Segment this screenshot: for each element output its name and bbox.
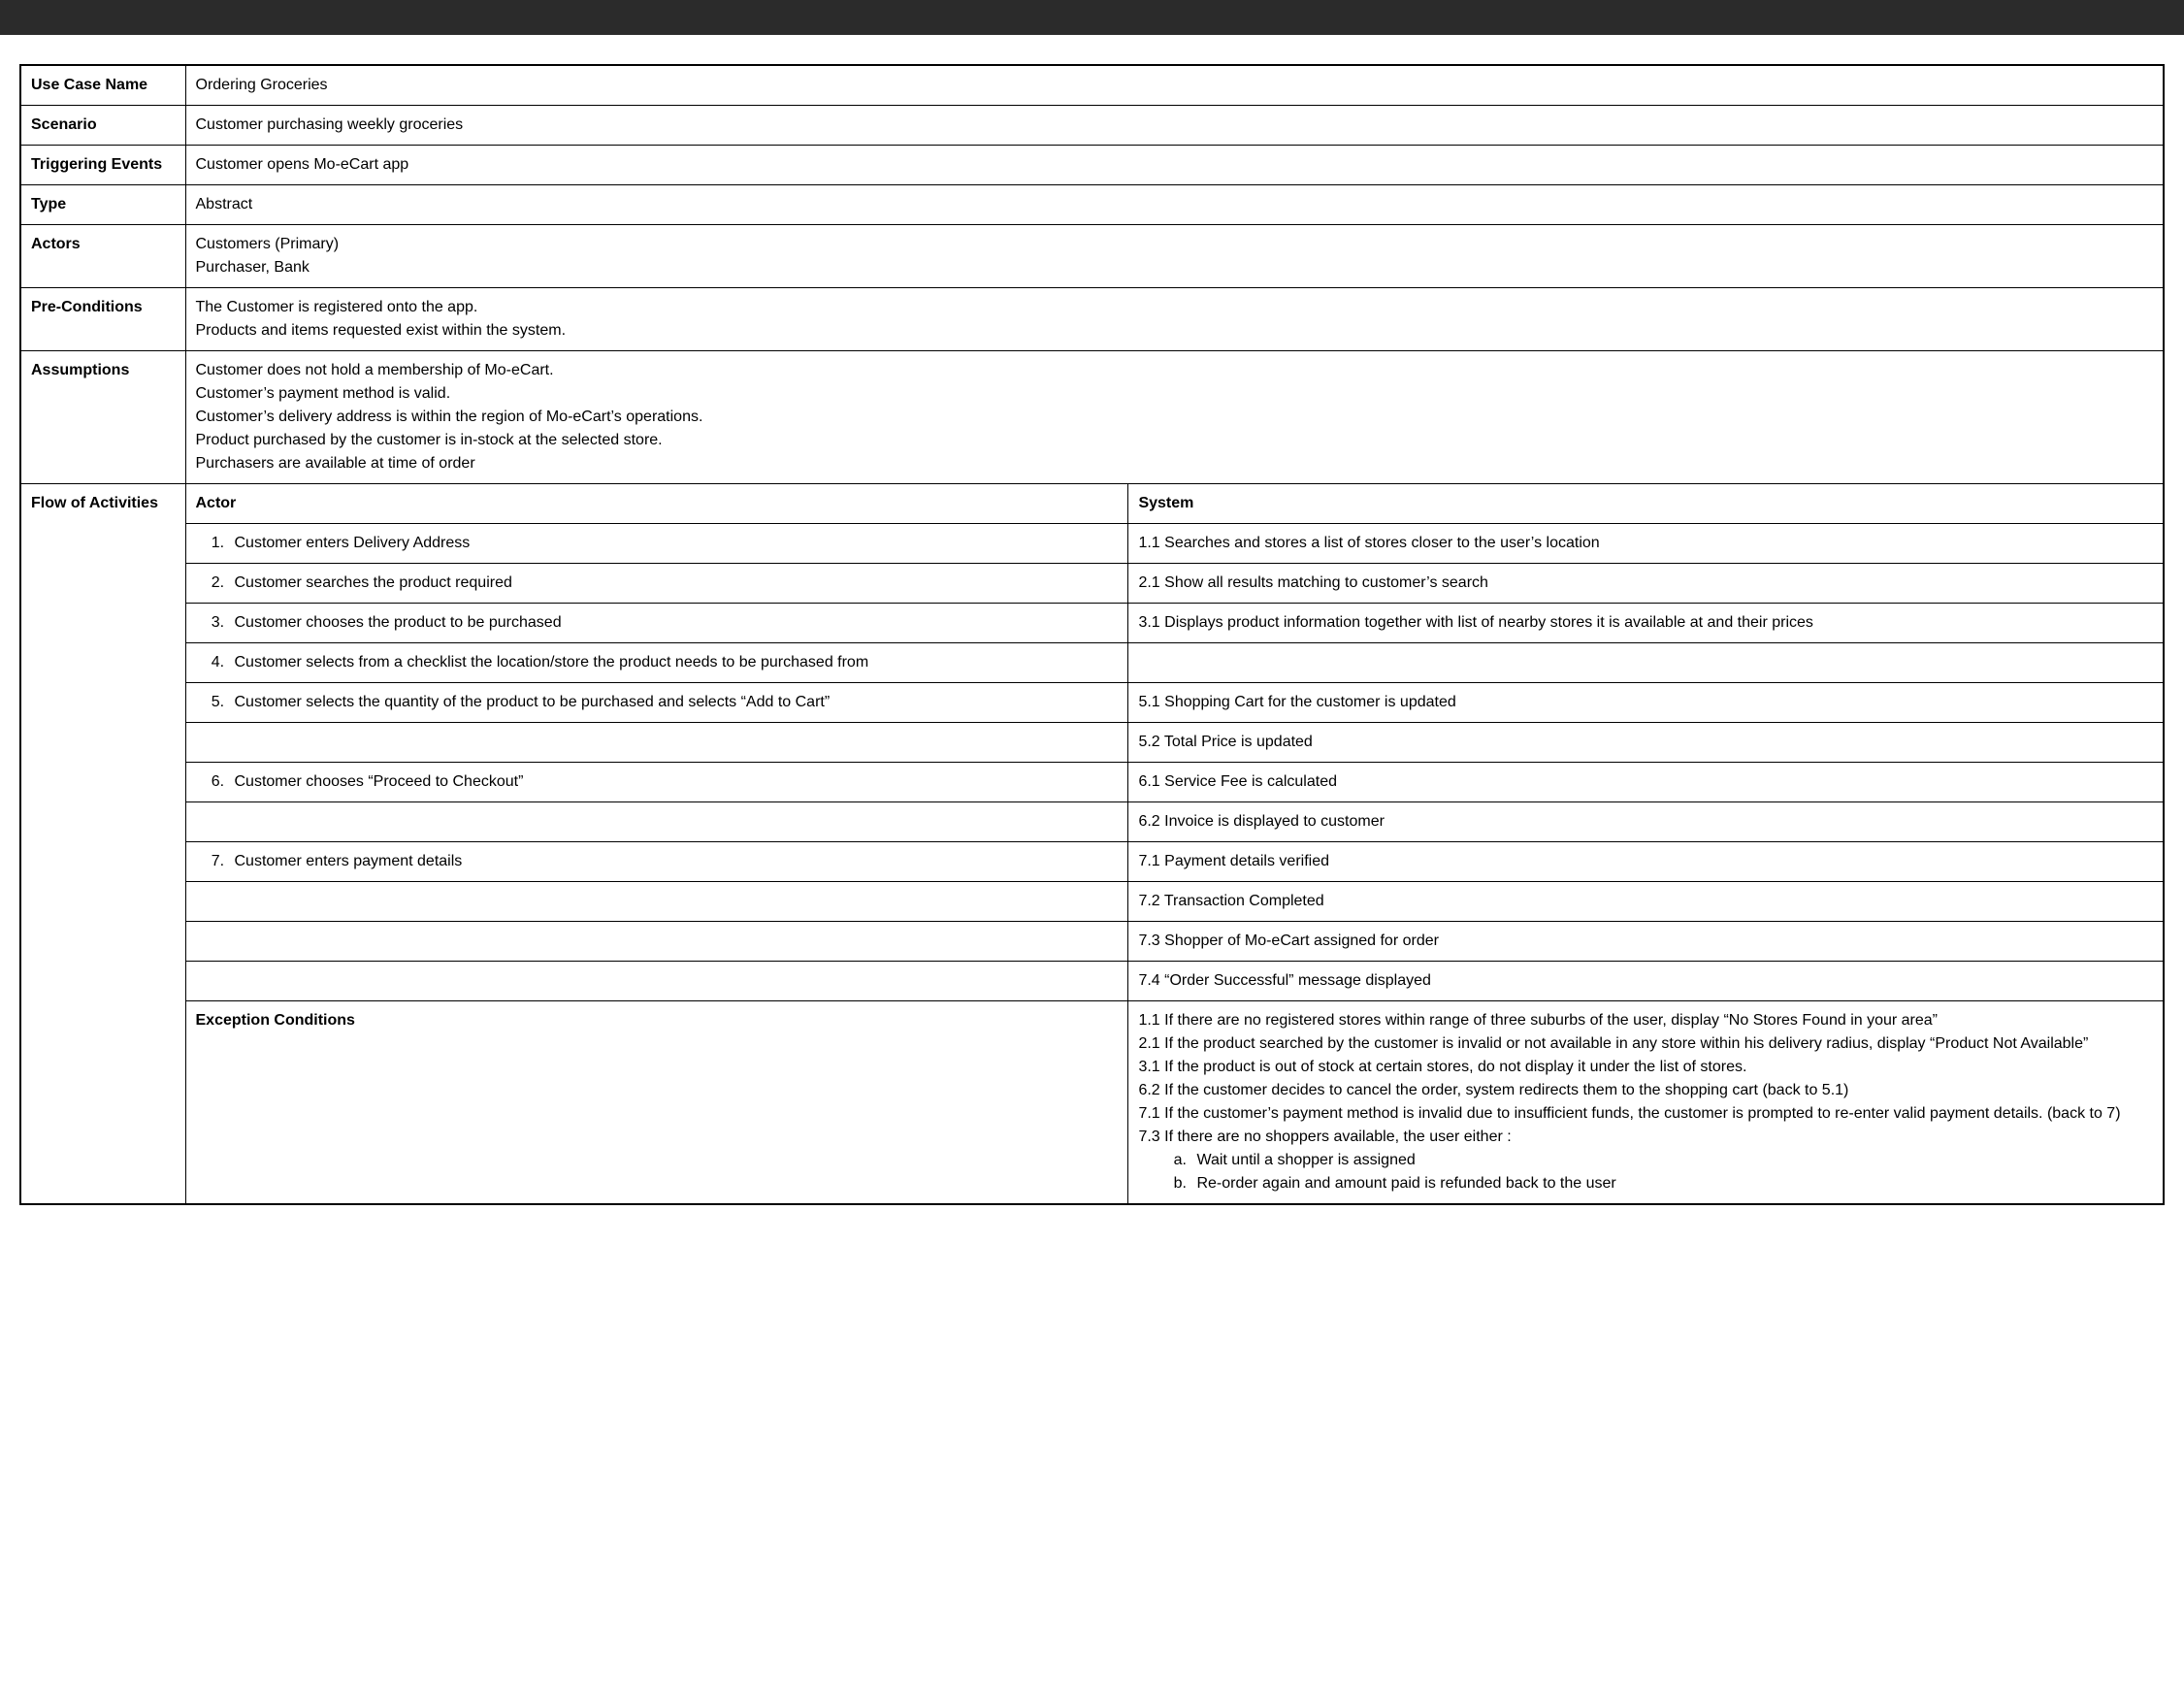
flow-actor-7d: [185, 962, 1128, 1001]
actors-line-2: Purchaser, Bank: [196, 256, 2154, 279]
flow-row-5: Customer selects the quantity of the pro…: [20, 683, 2164, 723]
value-actors: Customers (Primary) Purchaser, Bank: [185, 225, 2164, 288]
row-scenario: Scenario Customer purchasing weekly groc…: [20, 106, 2164, 146]
flow-system-3: 3.1 Displays product information togethe…: [1128, 604, 2164, 643]
exceptions-sub-b: Re-order again and amount paid is refund…: [1190, 1172, 2153, 1195]
flow-row-1: Customer enters Delivery Address 1.1 Sea…: [20, 524, 2164, 564]
label-actors: Actors: [20, 225, 185, 288]
assumptions-line-2: Customer’s payment method is valid.: [196, 382, 2154, 406]
label-flow: Flow of Activities: [20, 484, 185, 1205]
preconditions-line-1: The Customer is registered onto the app.: [196, 296, 2154, 319]
flow-system-6b: 6.2 Invoice is displayed to customer: [1128, 802, 2164, 842]
flow-row-5b: 5.2 Total Price is updated: [20, 723, 2164, 763]
flow-system-5a: 5.1 Shopping Cart for the customer is up…: [1128, 683, 2164, 723]
flow-actor-7-text: Customer enters payment details: [229, 850, 1119, 873]
row-actors: Actors Customers (Primary) Purchaser, Ba…: [20, 225, 2164, 288]
exceptions-line-3: 3.1 If the product is out of stock at ce…: [1138, 1056, 2153, 1079]
row-pre-conditions: Pre-Conditions The Customer is registere…: [20, 288, 2164, 351]
flow-row-7c: 7.3 Shopper of Mo-eCart assigned for ord…: [20, 922, 2164, 962]
flow-actor-3: Customer chooses the product to be purch…: [185, 604, 1128, 643]
flow-row-7: Customer enters payment details 7.1 Paym…: [20, 842, 2164, 882]
flow-actor-7b: [185, 882, 1128, 922]
row-flow-header: Flow of Activities Actor System: [20, 484, 2164, 524]
flow-actor-6: Customer chooses “Proceed to Checkout”: [185, 763, 1128, 802]
flow-system-header: System: [1128, 484, 2164, 524]
flow-actor-2: Customer searches the product required: [185, 564, 1128, 604]
exceptions-line-6: 7.3 If there are no shoppers available, …: [1138, 1126, 2153, 1149]
row-use-case-name: Use Case Name Ordering Groceries: [20, 65, 2164, 106]
exceptions-line-5: 7.1 If the customer’s payment method is …: [1138, 1102, 2153, 1126]
flow-actor-4-text: Customer selects from a checklist the lo…: [229, 651, 1119, 674]
row-assumptions: Assumptions Customer does not hold a mem…: [20, 351, 2164, 484]
assumptions-line-1: Customer does not hold a membership of M…: [196, 359, 2154, 382]
label-use-case-name: Use Case Name: [20, 65, 185, 106]
flow-row-7b: 7.2 Transaction Completed: [20, 882, 2164, 922]
flow-row-7d: 7.4 “Order Successful” message displayed: [20, 962, 2164, 1001]
value-pre-conditions: The Customer is registered onto the app.…: [185, 288, 2164, 351]
value-use-case-name: Ordering Groceries: [185, 65, 2164, 106]
flow-actor-2-text: Customer searches the product required: [229, 572, 1119, 595]
flow-system-1: 1.1 Searches and stores a list of stores…: [1128, 524, 2164, 564]
flow-actor-7: Customer enters payment details: [185, 842, 1128, 882]
row-triggering-events: Triggering Events Customer opens Mo-eCar…: [20, 146, 2164, 185]
flow-actor-5: Customer selects the quantity of the pro…: [185, 683, 1128, 723]
flow-actor-6b: [185, 802, 1128, 842]
flow-system-6a: 6.1 Service Fee is calculated: [1128, 763, 2164, 802]
exceptions-line-2: 2.1 If the product searched by the custo…: [1138, 1032, 2153, 1056]
actors-line-1: Customers (Primary): [196, 233, 2154, 256]
flow-actor-5b: [185, 723, 1128, 763]
flow-actor-7c: [185, 922, 1128, 962]
value-exception-conditions: 1.1 If there are no registered stores wi…: [1128, 1001, 2164, 1205]
flow-system-4: [1128, 643, 2164, 683]
label-scenario: Scenario: [20, 106, 185, 146]
value-type: Abstract: [185, 185, 2164, 225]
exceptions-sub-a: Wait until a shopper is assigned: [1190, 1149, 2153, 1172]
flow-row-6: Customer chooses “Proceed to Checkout” 6…: [20, 763, 2164, 802]
flow-actor-4: Customer selects from a checklist the lo…: [185, 643, 1128, 683]
label-assumptions: Assumptions: [20, 351, 185, 484]
flow-system-7c: 7.3 Shopper of Mo-eCart assigned for ord…: [1128, 922, 2164, 962]
row-type: Type Abstract: [20, 185, 2164, 225]
flow-system-7b: 7.2 Transaction Completed: [1128, 882, 2164, 922]
label-exception-conditions: Exception Conditions: [185, 1001, 1128, 1205]
use-case-table: Use Case Name Ordering Groceries Scenari…: [19, 64, 2165, 1205]
flow-system-7d: 7.4 “Order Successful” message displayed: [1128, 962, 2164, 1001]
flow-system-2: 2.1 Show all results matching to custome…: [1128, 564, 2164, 604]
label-triggering-events: Triggering Events: [20, 146, 185, 185]
flow-actor-header: Actor: [185, 484, 1128, 524]
flow-row-3: Customer chooses the product to be purch…: [20, 604, 2164, 643]
flow-actor-1: Customer enters Delivery Address: [185, 524, 1128, 564]
preconditions-line-2: Products and items requested exist withi…: [196, 319, 2154, 343]
top-bar: [0, 0, 2184, 35]
flow-actor-6-text: Customer chooses “Proceed to Checkout”: [229, 770, 1119, 794]
row-exception-conditions: Exception Conditions 1.1 If there are no…: [20, 1001, 2164, 1205]
flow-row-2: Customer searches the product required 2…: [20, 564, 2164, 604]
exceptions-line-1: 1.1 If there are no registered stores wi…: [1138, 1009, 2153, 1032]
flow-actor-5-text: Customer selects the quantity of the pro…: [229, 691, 1119, 714]
flow-row-4: Customer selects from a checklist the lo…: [20, 643, 2164, 683]
label-type: Type: [20, 185, 185, 225]
exceptions-line-4: 6.2 If the customer decides to cancel th…: [1138, 1079, 2153, 1102]
assumptions-line-4: Product purchased by the customer is in-…: [196, 429, 2154, 452]
assumptions-line-3: Customer’s delivery address is within th…: [196, 406, 2154, 429]
flow-row-6b: 6.2 Invoice is displayed to customer: [20, 802, 2164, 842]
value-assumptions: Customer does not hold a membership of M…: [185, 351, 2164, 484]
flow-system-5b: 5.2 Total Price is updated: [1128, 723, 2164, 763]
flow-actor-1-text: Customer enters Delivery Address: [229, 532, 1119, 555]
flow-system-7a: 7.1 Payment details verified: [1128, 842, 2164, 882]
label-pre-conditions: Pre-Conditions: [20, 288, 185, 351]
flow-actor-3-text: Customer chooses the product to be purch…: [229, 611, 1119, 635]
assumptions-line-5: Purchasers are available at time of orde…: [196, 452, 2154, 475]
use-case-document: Use Case Name Ordering Groceries Scenari…: [0, 35, 2184, 1244]
value-scenario: Customer purchasing weekly groceries: [185, 106, 2164, 146]
value-triggering-events: Customer opens Mo-eCart app: [185, 146, 2164, 185]
